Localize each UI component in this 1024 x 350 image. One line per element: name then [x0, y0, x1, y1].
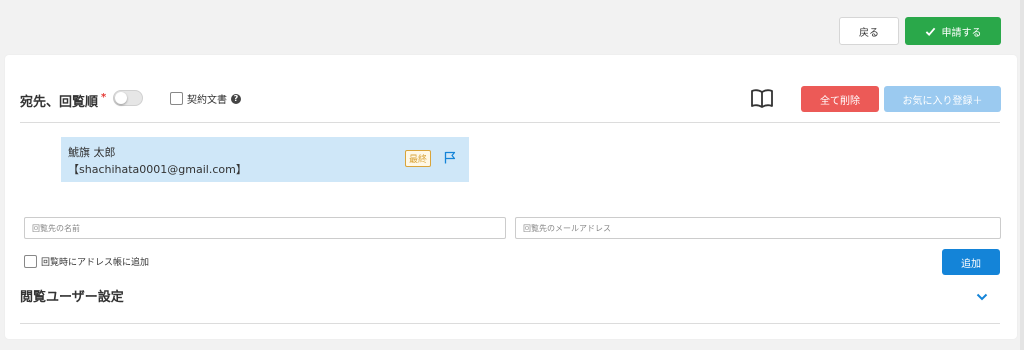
section-divider	[20, 122, 1000, 123]
help-icon[interactable]: ?	[231, 93, 241, 104]
back-button[interactable]: 戻る	[839, 17, 899, 45]
required-mark: *	[101, 92, 107, 103]
addressbook-label: 回覧時にアドレス帳に追加	[41, 258, 150, 268]
addressbook-checkbox[interactable]	[24, 255, 37, 268]
circulation-order-toggle[interactable]	[113, 90, 143, 106]
recipient-email: 【shachihata0001@gmail.com】	[68, 163, 247, 176]
recipients-section-title: 宛先、回覧順 *	[20, 91, 106, 110]
apply-button-label: 申請する	[941, 27, 982, 39]
addressbook-option[interactable]: 回覧時にアドレス帳に追加	[24, 255, 149, 268]
recipient-email-input[interactable]	[515, 217, 1001, 239]
favorite-register-button[interactable]: お気に入り登録＋	[884, 86, 1001, 112]
scrollbar[interactable]	[1020, 0, 1024, 350]
check-icon	[925, 27, 935, 36]
contract-doc-option[interactable]: 契約文書 ?	[170, 91, 241, 106]
top-actions: 戻る 申請する	[839, 17, 1001, 45]
chevron-down-icon[interactable]	[976, 292, 988, 302]
address-book-icon[interactable]	[750, 87, 774, 109]
recipients-title-text: 宛先、回覧順	[20, 95, 99, 110]
apply-button[interactable]: 申請する	[905, 17, 1001, 45]
flag-icon[interactable]	[444, 151, 456, 164]
recipients-card: 宛先、回覧順 * 契約文書 ? 全て削除 お気に入り登録＋ 鯱旗 太郎 【sha…	[5, 55, 1017, 339]
contract-doc-label: 契約文書	[187, 95, 227, 106]
delete-all-button[interactable]: 全て削除	[801, 86, 879, 112]
add-recipient-button[interactable]: 追加	[942, 249, 1000, 275]
viewer-section-title: 閲覧ユーザー設定	[20, 290, 124, 305]
recipient-name-input[interactable]	[24, 217, 506, 239]
recipient-name: 鯱旗 太郎	[68, 146, 116, 159]
bottom-divider	[20, 323, 1000, 324]
final-badge: 最終	[405, 150, 432, 167]
contract-doc-checkbox[interactable]	[170, 92, 183, 105]
recipient-item[interactable]: 鯱旗 太郎 【shachihata0001@gmail.com】 最終	[61, 137, 469, 182]
toggle-knob	[115, 92, 127, 104]
